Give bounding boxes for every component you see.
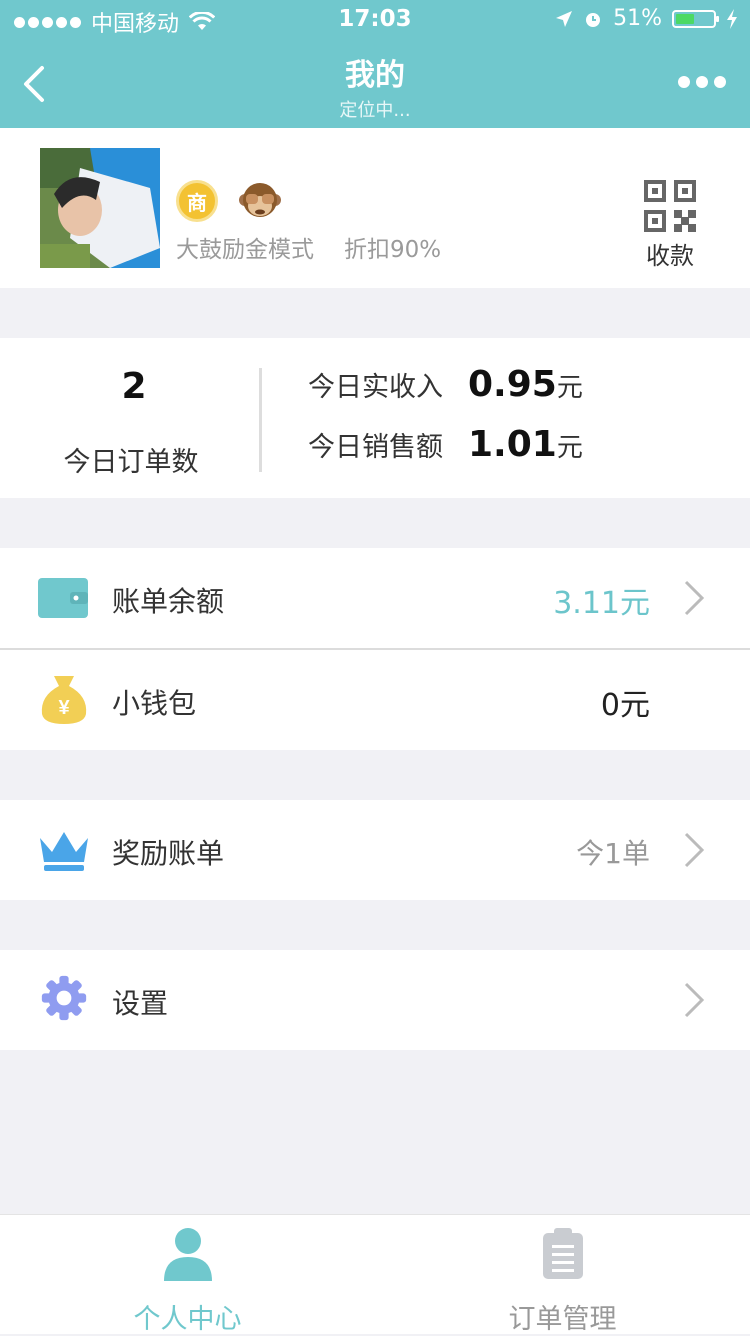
chevron-right-icon xyxy=(684,832,705,868)
tab-bar: 个人中心 订单管理 xyxy=(0,1214,750,1335)
income-row: 今日实收入 0.95 元 xyxy=(308,364,583,405)
battery-percent: 51% xyxy=(613,6,662,31)
income-unit: 元 xyxy=(556,373,583,403)
avatar[interactable] xyxy=(40,148,160,268)
page-subtitle: 定位中... xyxy=(339,100,411,121)
bill-balance-value: 3.11元 xyxy=(553,586,650,621)
money-bag-icon: ¥ xyxy=(41,676,87,724)
reward-bill-row[interactable]: 奖励账单 今1单 xyxy=(0,800,750,900)
crown-icon xyxy=(40,832,88,871)
battery-icon xyxy=(672,9,719,28)
stats-divider xyxy=(259,368,262,472)
settings-label: 设置 xyxy=(112,987,169,1020)
merchant-badge: 商 xyxy=(176,180,218,222)
profile-mode-text: 大鼓励金模式 xyxy=(176,237,314,263)
more-menu-icon[interactable] xyxy=(678,76,726,88)
small-wallet-value: 0元 xyxy=(600,688,650,723)
page-title: 我的 xyxy=(345,58,405,93)
top-bar: 中国移动 17:03 51% 我的 定位中... xyxy=(0,0,750,128)
sales-row: 今日销售额 1.01 元 xyxy=(308,424,583,465)
tab-order-management[interactable]: 订单管理 xyxy=(375,1215,750,1335)
small-wallet-row[interactable]: ¥ 小钱包 0元 xyxy=(0,650,750,750)
order-count-label: 今日订单数 xyxy=(63,447,199,478)
sales-value: 1.01 xyxy=(468,424,557,465)
person-icon xyxy=(163,1228,212,1281)
receive-payment-label[interactable]: 收款 xyxy=(630,236,710,271)
monkey-icon xyxy=(239,183,281,217)
svg-text:¥: ¥ xyxy=(58,697,70,719)
income-value: 0.95 xyxy=(468,364,557,405)
alarm-icon xyxy=(586,12,601,27)
location-arrow-icon xyxy=(556,10,573,27)
status-bar: 中国移动 17:03 51% xyxy=(0,0,750,40)
chevron-right-icon xyxy=(684,580,705,616)
tab-order-management-label: 订单管理 xyxy=(508,1304,617,1335)
qr-code-icon[interactable] xyxy=(644,180,696,232)
sales-unit: 元 xyxy=(556,433,583,463)
tab-personal-center-label: 个人中心 xyxy=(133,1304,242,1335)
reward-bill-label: 奖励账单 xyxy=(112,837,225,870)
sales-label: 今日销售额 xyxy=(308,432,443,463)
order-count-value: 2 xyxy=(121,366,147,407)
settings-row[interactable]: 设置 xyxy=(0,950,750,1050)
profile-card: 商 大鼓励金模式 折扣90% 收款 xyxy=(0,128,750,288)
reward-bill-value: 今1单 xyxy=(576,837,650,870)
profile-discount-text: 折扣90% xyxy=(344,237,442,263)
gear-icon xyxy=(41,975,87,1021)
chevron-right-icon xyxy=(684,982,705,1018)
small-wallet-label: 小钱包 xyxy=(112,687,197,720)
wallet-icon xyxy=(38,578,88,618)
income-label: 今日实收入 xyxy=(308,372,443,403)
bill-balance-row[interactable]: 账单余额 3.11元 xyxy=(0,548,750,648)
bill-balance-label: 账单余额 xyxy=(112,585,225,618)
charging-icon xyxy=(727,8,737,29)
tab-personal-center[interactable]: 个人中心 xyxy=(0,1215,375,1335)
clipboard-icon xyxy=(542,1228,583,1279)
today-stats: 2 今日订单数 今日实收入 0.95 元 今日销售额 1.01 元 xyxy=(0,338,750,498)
